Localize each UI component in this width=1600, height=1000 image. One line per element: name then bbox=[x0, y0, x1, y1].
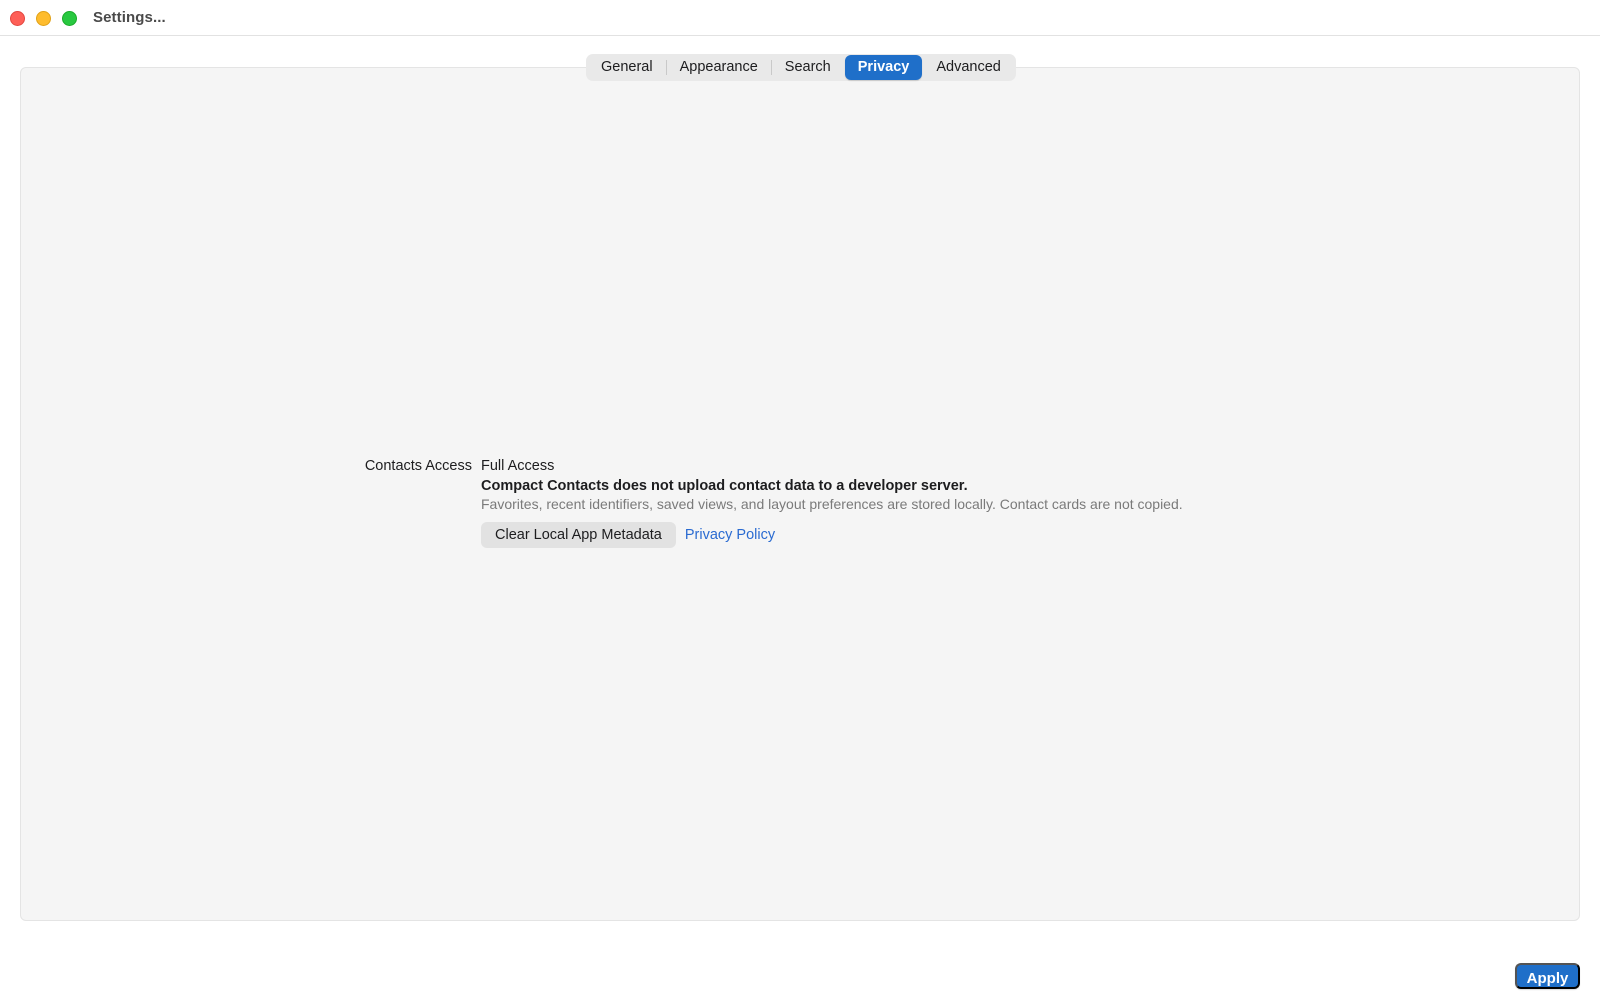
privacy-policy-link[interactable]: Privacy Policy bbox=[685, 527, 775, 543]
tab-advanced[interactable]: Advanced bbox=[923, 55, 1014, 80]
zoom-window-button[interactable] bbox=[62, 11, 77, 26]
title-bar: Settings... bbox=[0, 0, 1600, 36]
tab-general[interactable]: General bbox=[588, 55, 666, 80]
contacts-access-section: Full Access Compact Contacts does not up… bbox=[481, 458, 1381, 548]
settings-window: Settings... General Appearance Search Pr… bbox=[0, 0, 1600, 1000]
clear-local-metadata-button[interactable]: Clear Local App Metadata bbox=[481, 522, 676, 548]
window-title: Settings... bbox=[93, 9, 166, 26]
privacy-notice-title: Compact Contacts does not upload contact… bbox=[481, 478, 968, 494]
apply-button[interactable]: Apply bbox=[1515, 963, 1580, 989]
tab-search[interactable]: Search bbox=[772, 55, 844, 80]
tab-privacy[interactable]: Privacy bbox=[844, 55, 923, 80]
privacy-notice-detail: Favorites, recent identifiers, saved vie… bbox=[481, 496, 1183, 512]
contacts-access-label: Contacts Access bbox=[364, 458, 472, 474]
minimize-window-button[interactable] bbox=[36, 11, 51, 26]
tab-appearance[interactable]: Appearance bbox=[667, 55, 771, 80]
close-window-button[interactable] bbox=[10, 11, 25, 26]
contacts-access-value: Full Access bbox=[481, 458, 555, 474]
settings-tab-bar: General Appearance Search Privacy Advanc… bbox=[586, 54, 1016, 81]
privacy-actions: Clear Local App Metadata Privacy Policy bbox=[481, 522, 1381, 548]
